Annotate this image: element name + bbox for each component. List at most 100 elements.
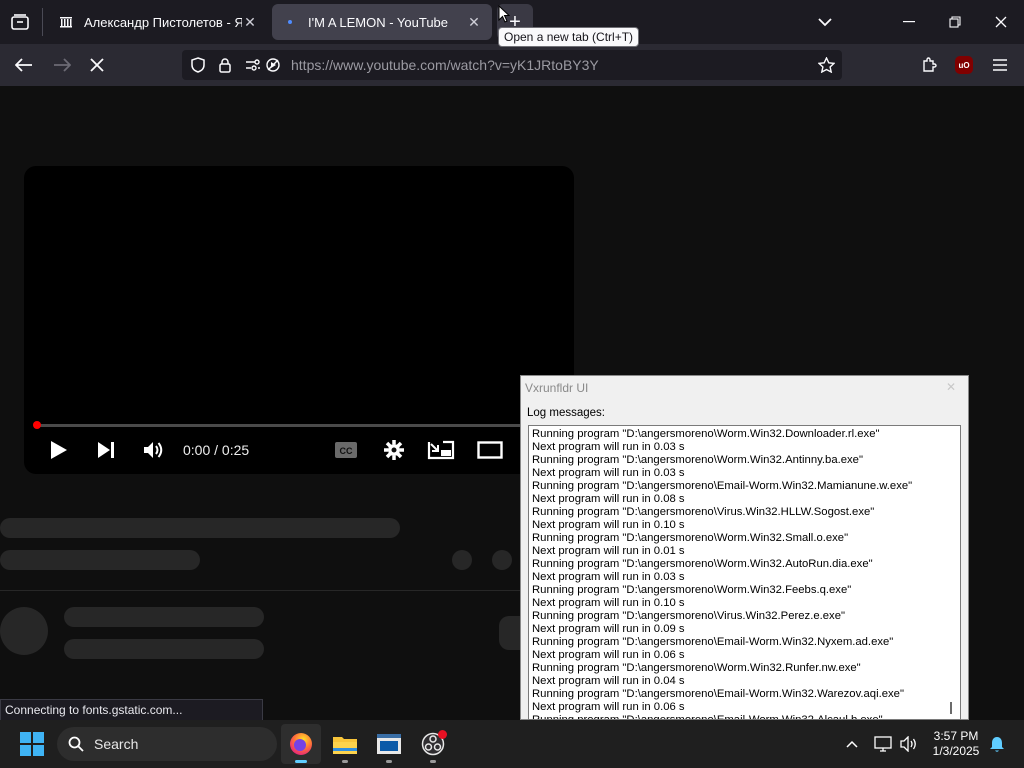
active-app-indicator xyxy=(295,760,307,763)
taskbar-file-explorer[interactable] xyxy=(325,724,365,764)
log-line: Next program will run in 0.03 s xyxy=(532,441,685,453)
log-line: Running program "D:\angersmoreno\Worm.Wi… xyxy=(532,428,880,440)
autoplay-blocked-icon[interactable] xyxy=(263,55,283,75)
clock-date: 1/3/2025 xyxy=(932,744,980,758)
log-messages-list[interactable]: Running program "D:\angersmoreno\Worm.Wi… xyxy=(528,425,961,720)
url-text[interactable]: https://www.youtube.com/watch?v=yK1JRtoB… xyxy=(291,57,599,73)
ublock-origin-icon[interactable]: uO xyxy=(955,56,973,74)
tab-label: I'M A LEMON - YouTube xyxy=(308,14,449,30)
log-line: Next program will run in 0.06 s xyxy=(532,649,685,661)
log-line: Next program will run in 0.04 s xyxy=(532,675,685,687)
next-video-button[interactable] xyxy=(93,438,119,462)
log-line: Running program "D:\angersmoreno\Worm.Wi… xyxy=(532,532,849,544)
recording-indicator xyxy=(438,730,447,739)
running-app-indicator xyxy=(386,760,392,763)
vxrunfldr-window[interactable]: Vxrunfldr UI ✕ Log messages: Running pro… xyxy=(520,375,969,720)
minimize-button[interactable] xyxy=(896,10,922,34)
tab-loading-icon xyxy=(282,14,298,30)
video-player[interactable] xyxy=(24,166,574,474)
subtitles-button[interactable]: CC xyxy=(332,438,360,462)
log-line: Running program "D:\angersmoreno\Email-W… xyxy=(532,688,904,700)
show-hidden-icons-chevron-icon[interactable] xyxy=(842,734,862,754)
running-app-indicator xyxy=(430,760,436,763)
volume-button[interactable] xyxy=(140,438,168,462)
restore-button[interactable] xyxy=(942,10,968,34)
channel-skeleton xyxy=(64,639,264,659)
log-line: Next program will run in 0.01 s xyxy=(532,545,685,557)
log-line: Running program "D:\angersmoreno\Worm.Wi… xyxy=(532,584,852,596)
time-display: 0:00 / 0:25 xyxy=(183,442,250,458)
volume-icon[interactable] xyxy=(898,734,920,754)
log-line: Running program "D:\angersmoreno\Worm.Wi… xyxy=(532,454,863,466)
log-line: Next program will run in 0.10 s xyxy=(532,597,685,609)
list-all-tabs-button[interactable] xyxy=(812,10,838,34)
extensions-icon[interactable] xyxy=(917,53,941,77)
theater-mode-button[interactable] xyxy=(474,438,506,462)
firefox-icon xyxy=(290,733,312,755)
lock-icon[interactable] xyxy=(215,55,235,75)
miniplayer-button[interactable] xyxy=(426,438,456,462)
tab-close-icon[interactable]: ✕ xyxy=(242,14,258,31)
taskbar-window-app[interactable] xyxy=(369,724,409,764)
tab-youtube[interactable]: I'M A LEMON - YouTube ✕ xyxy=(272,4,492,40)
action-skeleton xyxy=(492,550,512,570)
search-label: Search xyxy=(94,736,139,752)
divider xyxy=(0,590,520,591)
taskbar-search-box[interactable]: Search xyxy=(57,727,277,761)
tab-label: Александр Пистолетов - Я ро xyxy=(84,14,242,30)
log-line: Next program will run in 0.09 s xyxy=(532,623,685,635)
scrollbar-thumb[interactable] xyxy=(950,702,952,714)
settings-gear-icon[interactable] xyxy=(380,436,408,464)
play-button[interactable] xyxy=(46,438,72,462)
tab-pistoletov[interactable]: Александр Пистолетов - Я ро ✕ xyxy=(48,4,268,40)
log-line: Next program will run in 0.08 s xyxy=(532,493,685,505)
app-menu-icon[interactable] xyxy=(988,53,1012,77)
log-line: Next program will run in 0.03 s xyxy=(532,467,685,479)
progress-scrubber[interactable] xyxy=(33,421,41,429)
taskbar-firefox[interactable] xyxy=(281,724,321,764)
log-scrollbar[interactable] xyxy=(944,426,960,719)
folder-icon xyxy=(333,737,357,754)
log-label: Log messages: xyxy=(527,407,605,419)
close-window-button[interactable] xyxy=(988,10,1014,34)
status-bar: Connecting to fonts.gstatic.com... xyxy=(0,699,263,721)
stop-loading-button[interactable] xyxy=(85,53,109,77)
avatar-skeleton xyxy=(0,607,48,655)
log-line: Next program will run in 0.06 s xyxy=(532,701,685,713)
log-line: Next program will run in 0.03 s xyxy=(532,571,685,583)
taskbar-obs[interactable] xyxy=(413,724,453,764)
new-tab-tooltip: Open a new tab (Ctrl+T) xyxy=(498,27,640,47)
progress-bar[interactable] xyxy=(36,424,520,427)
log-line: Running program "D:\angersmoreno\Email-W… xyxy=(532,636,894,648)
window-title: Vxrunfldr UI xyxy=(525,381,589,395)
tab-close-icon[interactable]: ✕ xyxy=(466,14,482,31)
network-icon[interactable] xyxy=(872,734,894,754)
firefox-view-icon[interactable] xyxy=(8,10,32,34)
forward-button[interactable] xyxy=(50,53,74,77)
search-icon xyxy=(68,736,84,752)
clock-time: 3:57 PM xyxy=(933,729,979,743)
log-line: Running program "D:\angersmoreno\Worm.Wi… xyxy=(532,662,861,674)
notification-bell-icon[interactable] xyxy=(987,734,1007,754)
title-skeleton xyxy=(0,518,400,538)
subtitle-skeleton xyxy=(0,550,200,570)
mouse-cursor-icon xyxy=(498,4,511,23)
log-line: Running program "D:\angersmoreno\Virus.W… xyxy=(532,610,845,622)
log-line: Next program will run in 0.10 s xyxy=(532,519,685,531)
log-line: Running program "D:\angersmoreno\Virus.W… xyxy=(532,506,875,518)
running-app-indicator xyxy=(342,760,348,763)
log-line: Running program "D:\angersmoreno\Email-W… xyxy=(532,480,913,492)
window-close-icon[interactable]: ✕ xyxy=(946,380,956,394)
bookmark-star-icon[interactable] xyxy=(815,54,837,76)
app-window-icon xyxy=(377,734,401,754)
windows-start-icon[interactable] xyxy=(20,732,44,756)
tracking-protection-shield-icon[interactable] xyxy=(188,55,208,75)
clock[interactable]: 3:57 PM 1/3/2025 xyxy=(928,729,984,759)
channel-skeleton xyxy=(64,607,264,627)
back-button[interactable] xyxy=(12,53,36,77)
button-skeleton xyxy=(499,616,520,650)
svg-text:CC: CC xyxy=(340,446,353,456)
permissions-icon[interactable] xyxy=(243,55,263,75)
action-skeleton xyxy=(452,550,472,570)
tab-divider xyxy=(42,8,43,36)
